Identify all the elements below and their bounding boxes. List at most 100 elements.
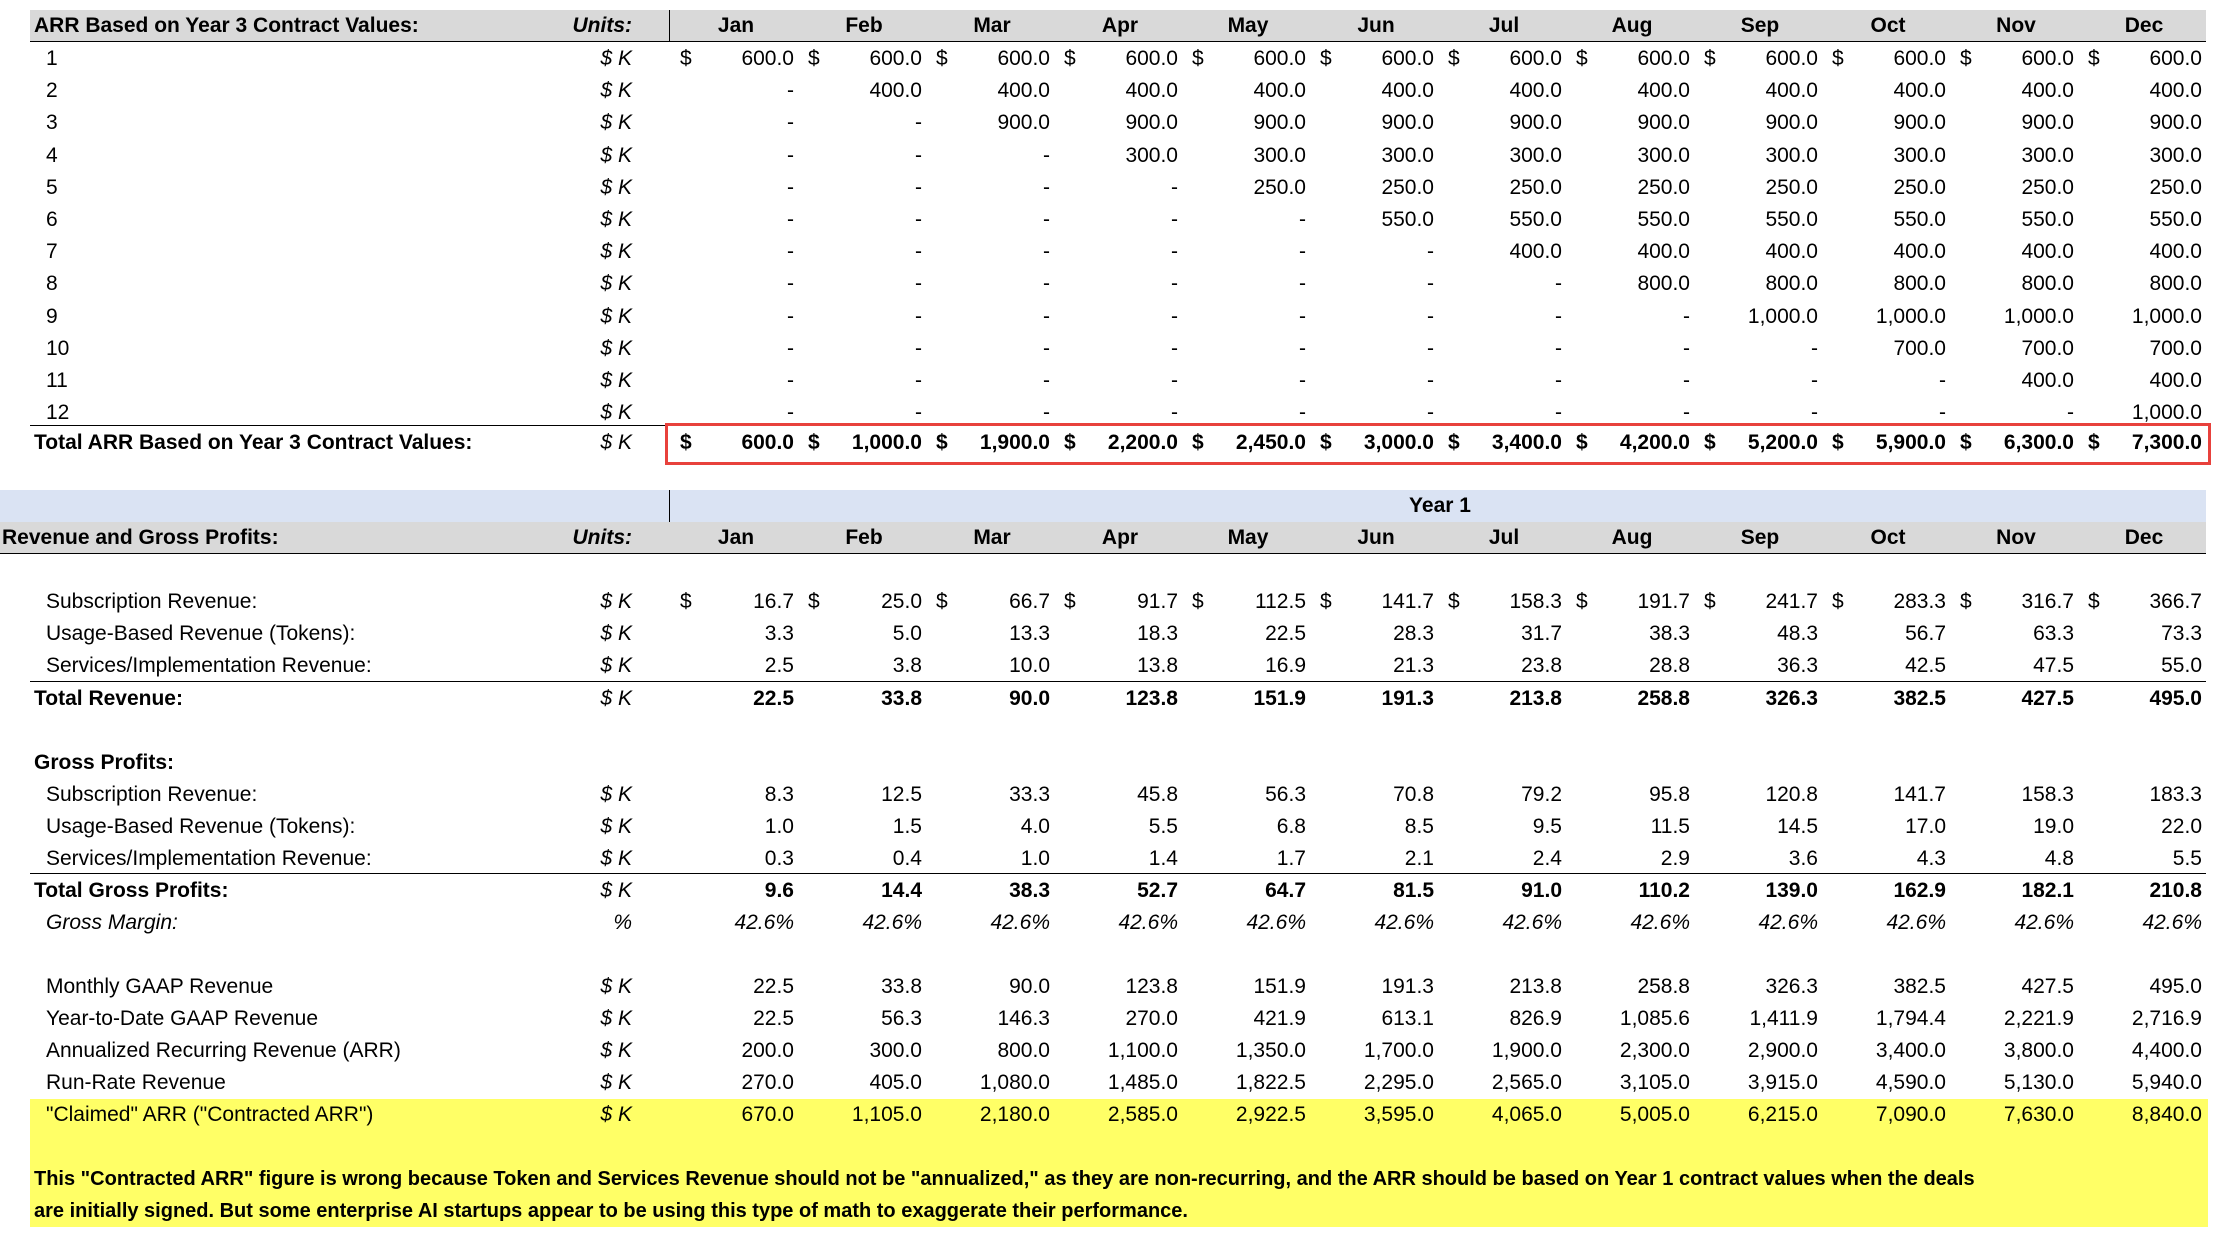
month-header-nov[interactable]: Nov bbox=[1952, 10, 2080, 42]
cell-jun[interactable]: - bbox=[1324, 365, 1434, 397]
month-header-mar[interactable]: Mar bbox=[928, 522, 1056, 554]
month-header-dec[interactable]: Dec bbox=[2080, 10, 2208, 42]
cell-oct[interactable]: 4,590.0 bbox=[1836, 1067, 1946, 1099]
cell-dec[interactable]: 600.0 bbox=[2092, 43, 2202, 75]
cell-apr[interactable]: 1.4 bbox=[1068, 843, 1178, 875]
cell-sep[interactable]: 48.3 bbox=[1708, 618, 1818, 650]
cell-nov[interactable]: 250.0 bbox=[1964, 172, 2074, 204]
cell-aug[interactable]: 38.3 bbox=[1580, 618, 1690, 650]
cell-nov[interactable]: 800.0 bbox=[1964, 268, 2074, 300]
month-header-jul[interactable]: Jul bbox=[1440, 522, 1568, 554]
cell-nov[interactable]: 4.8 bbox=[1964, 843, 2074, 875]
cell-sep[interactable]: 900.0 bbox=[1708, 107, 1818, 139]
cell-jun[interactable]: 191.3 bbox=[1324, 971, 1434, 1003]
cell-jul[interactable]: 900.0 bbox=[1452, 107, 1562, 139]
units-header[interactable]: Units: bbox=[560, 522, 633, 554]
unit-label[interactable]: $ K bbox=[560, 204, 632, 236]
unit-label[interactable]: $ K bbox=[560, 1067, 632, 1099]
unit-label[interactable]: $ K bbox=[560, 427, 632, 459]
cell-may[interactable]: 6.8 bbox=[1196, 811, 1306, 843]
cell-nov[interactable]: 63.3 bbox=[1964, 618, 2074, 650]
cell-jun[interactable]: 400.0 bbox=[1324, 75, 1434, 107]
cell-mar[interactable]: - bbox=[940, 301, 1050, 333]
cell-apr[interactable]: - bbox=[1068, 268, 1178, 300]
cell-dec[interactable]: 550.0 bbox=[2092, 204, 2202, 236]
cell-jun[interactable]: 2.1 bbox=[1324, 843, 1434, 875]
row-label[interactable]: 6 bbox=[46, 204, 58, 236]
cell-nov[interactable]: 158.3 bbox=[1964, 779, 2074, 811]
cell-may[interactable]: 400.0 bbox=[1196, 75, 1306, 107]
cell-nov[interactable]: 42.6% bbox=[1964, 907, 2074, 939]
cell-mar[interactable]: 33.3 bbox=[940, 779, 1050, 811]
unit-label[interactable]: $ K bbox=[560, 1035, 632, 1067]
cell-jun[interactable]: - bbox=[1324, 268, 1434, 300]
cell-jun[interactable]: - bbox=[1324, 301, 1434, 333]
unit-label[interactable]: $ K bbox=[560, 779, 632, 811]
row-label[interactable]: 1 bbox=[46, 43, 58, 75]
cell-may[interactable]: 600.0 bbox=[1196, 43, 1306, 75]
cell-jan[interactable]: 9.6 bbox=[684, 875, 794, 907]
gross-margin-label[interactable]: Gross Margin: bbox=[46, 907, 178, 939]
cell-mar[interactable]: 2,180.0 bbox=[940, 1099, 1050, 1131]
month-header-oct[interactable]: Oct bbox=[1824, 10, 1952, 42]
unit-label[interactable]: $ K bbox=[560, 971, 632, 1003]
row-label[interactable]: 3 bbox=[46, 107, 58, 139]
cell-mar[interactable]: 400.0 bbox=[940, 75, 1050, 107]
cell-feb[interactable]: 12.5 bbox=[812, 779, 922, 811]
unit-label[interactable]: $ K bbox=[560, 683, 632, 715]
cell-may[interactable]: - bbox=[1196, 365, 1306, 397]
cell-nov[interactable]: 427.5 bbox=[1964, 971, 2074, 1003]
cell-mar[interactable]: 4.0 bbox=[940, 811, 1050, 843]
cell-sep[interactable]: 250.0 bbox=[1708, 172, 1818, 204]
cell-mar[interactable]: - bbox=[940, 236, 1050, 268]
row-label[interactable]: 9 bbox=[46, 301, 58, 333]
cell-sep[interactable]: 241.7 bbox=[1708, 586, 1818, 618]
cell-may[interactable]: 64.7 bbox=[1196, 875, 1306, 907]
cell-jul[interactable]: 91.0 bbox=[1452, 875, 1562, 907]
cell-apr[interactable]: 42.6% bbox=[1068, 907, 1178, 939]
cell-aug[interactable]: 400.0 bbox=[1580, 236, 1690, 268]
cell-aug[interactable]: 11.5 bbox=[1580, 811, 1690, 843]
cell-feb[interactable]: 14.4 bbox=[812, 875, 922, 907]
cell-apr[interactable]: 52.7 bbox=[1068, 875, 1178, 907]
cell-may[interactable]: 250.0 bbox=[1196, 172, 1306, 204]
cell-mar[interactable]: 10.0 bbox=[940, 650, 1050, 682]
cell-oct[interactable]: 3,400.0 bbox=[1836, 1035, 1946, 1067]
cell-sep[interactable]: 2,900.0 bbox=[1708, 1035, 1818, 1067]
total-gross-profits-label[interactable]: Total Gross Profits: bbox=[34, 875, 228, 907]
cell-jan[interactable]: 8.3 bbox=[684, 779, 794, 811]
cell-dec[interactable]: 900.0 bbox=[2092, 107, 2202, 139]
cell-nov[interactable]: 1,000.0 bbox=[1964, 301, 2074, 333]
cell-sep[interactable]: 3.6 bbox=[1708, 843, 1818, 875]
cell-apr[interactable]: - bbox=[1068, 365, 1178, 397]
cell-mar[interactable]: 42.6% bbox=[940, 907, 1050, 939]
cell-dec[interactable]: 800.0 bbox=[2092, 268, 2202, 300]
cell-sep[interactable]: 36.3 bbox=[1708, 650, 1818, 682]
cell-oct[interactable]: 900.0 bbox=[1836, 107, 1946, 139]
cell-jan[interactable]: - bbox=[684, 107, 794, 139]
arr-table-title[interactable]: ARR Based on Year 3 Contract Values: bbox=[34, 10, 419, 42]
cell-oct[interactable]: 17.0 bbox=[1836, 811, 1946, 843]
cell-may[interactable]: 151.9 bbox=[1196, 971, 1306, 1003]
cell-aug[interactable]: 28.8 bbox=[1580, 650, 1690, 682]
cell-apr[interactable]: - bbox=[1068, 204, 1178, 236]
cell-jul[interactable]: 250.0 bbox=[1452, 172, 1562, 204]
month-header-jul[interactable]: Jul bbox=[1440, 10, 1568, 42]
cell-jan[interactable]: - bbox=[684, 140, 794, 172]
cell-jan[interactable]: - bbox=[684, 301, 794, 333]
cell-aug[interactable]: 2,300.0 bbox=[1580, 1035, 1690, 1067]
cell-nov[interactable]: 400.0 bbox=[1964, 365, 2074, 397]
cell-may[interactable]: 1,350.0 bbox=[1196, 1035, 1306, 1067]
cell-sep[interactable]: 3,915.0 bbox=[1708, 1067, 1818, 1099]
cell-may[interactable]: 900.0 bbox=[1196, 107, 1306, 139]
cell-may[interactable]: 16.9 bbox=[1196, 650, 1306, 682]
cell-jun[interactable]: 600.0 bbox=[1324, 43, 1434, 75]
cell-mar[interactable]: 13.3 bbox=[940, 618, 1050, 650]
cell-aug[interactable]: 258.8 bbox=[1580, 971, 1690, 1003]
cell-aug[interactable]: 110.2 bbox=[1580, 875, 1690, 907]
cell-nov[interactable]: 700.0 bbox=[1964, 333, 2074, 365]
cell-oct[interactable]: 550.0 bbox=[1836, 204, 1946, 236]
row-label[interactable]: 10 bbox=[46, 333, 69, 365]
cell-jul[interactable]: - bbox=[1452, 268, 1562, 300]
cell-aug[interactable]: - bbox=[1580, 365, 1690, 397]
